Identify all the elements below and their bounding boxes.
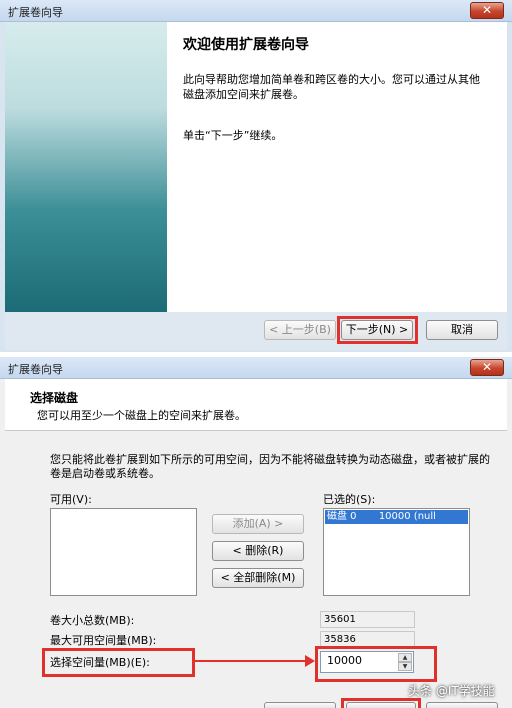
description-text: 您只能将此卷扩展到如下所示的可用空间，因为不能将磁盘转换为动态磁盘，或者被扩展的…	[50, 453, 490, 480]
welcome-paragraph: 此向导帮助您增加简单卷和跨区卷的大小。您可以通过从其他磁盘添加空间来扩展卷。	[183, 73, 480, 101]
title-bar: 扩展卷向导 ✕	[0, 0, 512, 22]
next-button-highlight	[341, 698, 421, 708]
wizard-content: 欢迎使用扩展卷向导 此向导帮助您增加简单卷和跨区卷的大小。您可以通过从其他磁盘添…	[5, 22, 507, 312]
extend-volume-wizard-select-disk-window: 扩展卷向导 ✕ 选择磁盘 您可以用至少一个磁盘上的空间来扩展卷。 您只能将此卷扩…	[0, 357, 512, 708]
total-size-label: 卷大小总数(MB):	[50, 614, 135, 627]
title-bar: 扩展卷向导 ✕	[0, 357, 512, 379]
window-title: 扩展卷向导	[8, 363, 63, 376]
available-disks-list[interactable]	[50, 508, 197, 596]
selected-label: 已选的(S):	[323, 493, 376, 506]
remove-all-button[interactable]: < 全部删除(M)	[212, 568, 304, 588]
back-button[interactable]: < 上一步(B)	[264, 320, 336, 340]
extend-volume-wizard-welcome-window: 扩展卷向导 ✕ 欢迎使用扩展卷向导 此向导帮助您增加简单卷和跨区卷的大小。您可以…	[0, 0, 512, 352]
max-space-label: 最大可用空间量(MB):	[50, 634, 157, 647]
select-space-input-highlight	[315, 646, 437, 682]
window-title: 扩展卷向导	[8, 6, 63, 19]
next-button-highlight	[337, 316, 418, 344]
selected-disks-list[interactable]: 磁盘 0 10000 (null	[323, 508, 470, 596]
disk-size: 10000 (null	[378, 511, 436, 522]
welcome-heading: 欢迎使用扩展卷向导	[183, 37, 309, 53]
cancel-button[interactable]	[426, 702, 498, 708]
add-button[interactable]: 添加(A) >	[212, 514, 304, 534]
remove-button[interactable]: < 删除(R)	[212, 541, 304, 561]
watermark: 头条 @IT学技能	[408, 684, 495, 698]
close-button[interactable]: ✕	[470, 359, 504, 376]
cancel-button[interactable]: 取消	[426, 320, 498, 340]
disk-name: 磁盘 0	[327, 511, 357, 522]
close-button[interactable]: ✕	[470, 2, 504, 19]
select-space-label-highlight	[42, 648, 195, 677]
wizard-header: 选择磁盘 您可以用至少一个磁盘上的空间来扩展卷。	[5, 379, 507, 431]
back-button[interactable]	[264, 702, 336, 708]
wizard-side-banner	[5, 22, 167, 312]
page-subtitle: 您可以用至少一个磁盘上的空间来扩展卷。	[37, 409, 246, 422]
page-title: 选择磁盘	[30, 391, 79, 405]
continue-instruction: 单击“下一步”继续。	[183, 129, 283, 142]
list-item[interactable]: 磁盘 0 10000 (null	[325, 510, 468, 524]
arrow-head-icon	[305, 655, 315, 667]
available-label: 可用(V):	[50, 493, 92, 506]
highlight-arrow	[195, 660, 307, 662]
total-size-value: 35601	[320, 611, 415, 628]
